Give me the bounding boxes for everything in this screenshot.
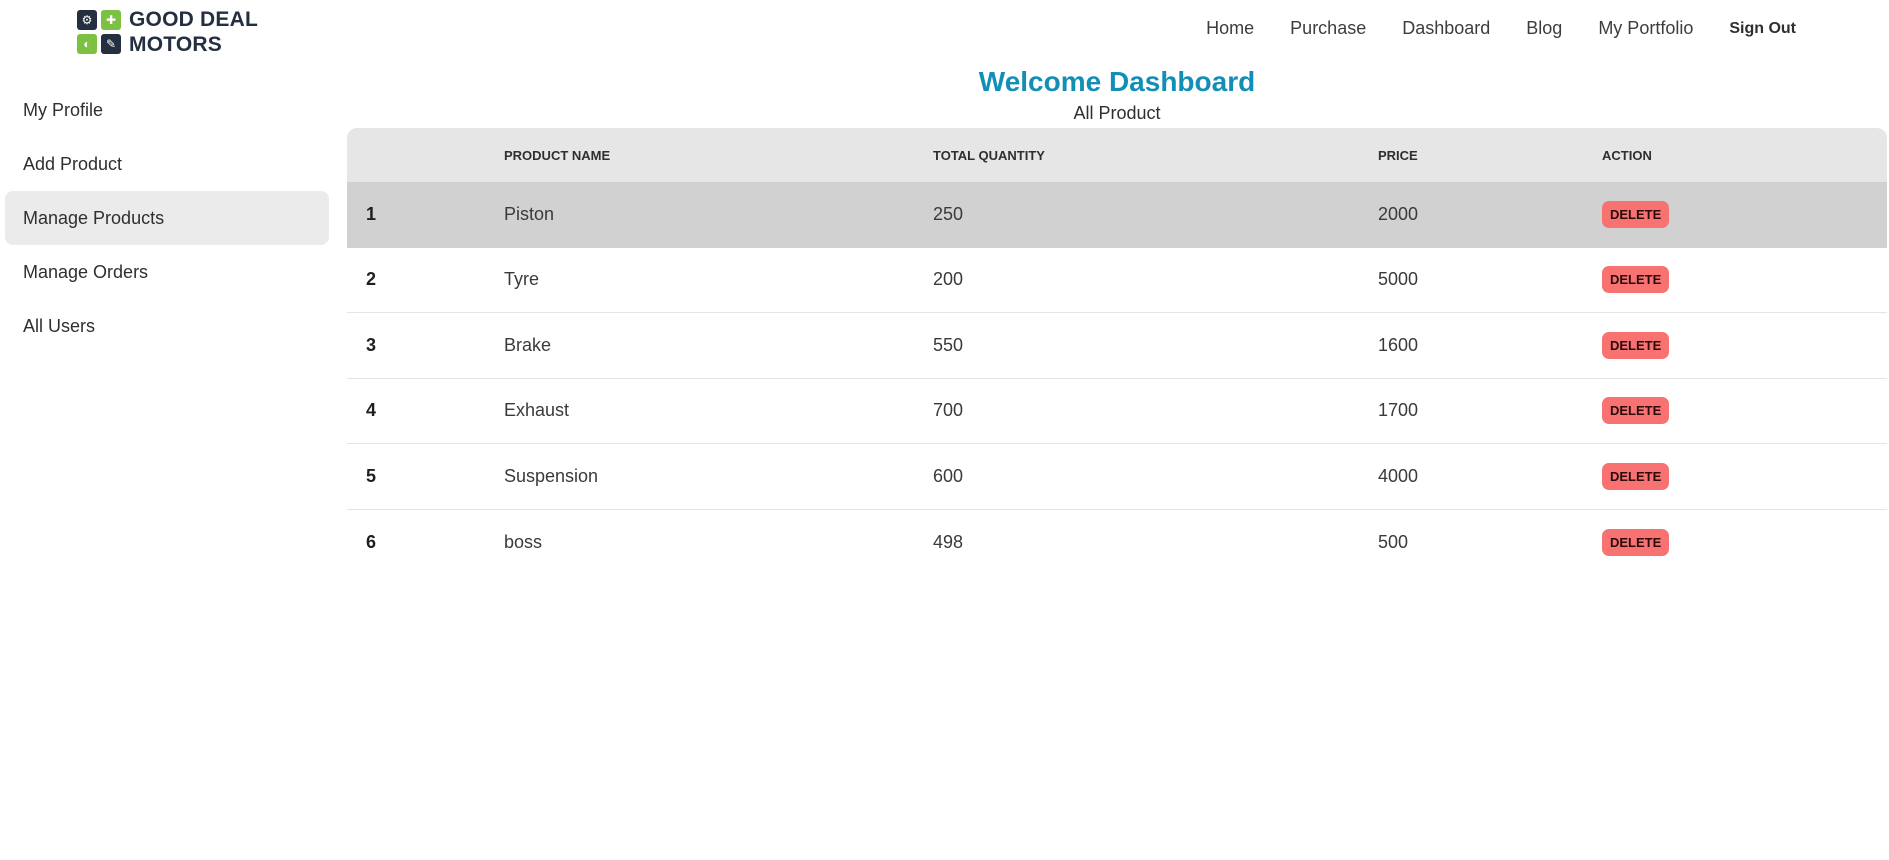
row-action: Delete bbox=[1602, 200, 1887, 228]
brand-name: GOOD DEAL MOTORS bbox=[129, 7, 258, 57]
row-product-name: Exhaust bbox=[504, 400, 570, 421]
brand-line-1: GOOD DEAL bbox=[129, 8, 258, 31]
row-quantity: 498 bbox=[933, 531, 964, 552]
brand-logo[interactable]: ⚙ ✚ ◐ ✎ GOOD DEAL MOTORS bbox=[77, 7, 258, 57]
logo-icon: ⚙ ✚ ◐ ✎ bbox=[77, 10, 121, 54]
row-product-name: boss bbox=[504, 531, 543, 552]
delete-button[interactable]: Delete bbox=[1602, 528, 1670, 556]
row-index: 1 bbox=[366, 203, 377, 224]
nav-link-dashboard[interactable]: Dashboard bbox=[1384, 18, 1508, 39]
table-row[interactable]: 2 Tyre 200 5000 Delete bbox=[347, 248, 1887, 313]
row-price: 2000 bbox=[1378, 203, 1419, 224]
sidebar-item-my-profile[interactable]: My Profile bbox=[5, 83, 329, 137]
row-index: 2 bbox=[366, 269, 377, 290]
row-index: 6 bbox=[366, 531, 377, 552]
logo-tile-car-icon: ⚙ bbox=[77, 10, 97, 30]
row-quantity: 250 bbox=[933, 203, 964, 224]
row-index: 5 bbox=[366, 465, 377, 486]
nav-link-blog[interactable]: Blog bbox=[1508, 18, 1580, 39]
sidebar-item-add-product[interactable]: Add Product bbox=[5, 137, 329, 191]
header-total-quantity: Total Quantity bbox=[933, 147, 1045, 163]
page-subtitle: All Product bbox=[1073, 103, 1161, 123]
delete-button[interactable]: Delete bbox=[1602, 266, 1670, 294]
sign-out-button[interactable]: Sign Out bbox=[1711, 20, 1796, 38]
table-row[interactable]: 5 Suspension 600 4000 Delete bbox=[347, 444, 1887, 510]
row-product-name: Piston bbox=[504, 203, 555, 224]
row-action: Delete bbox=[1602, 331, 1887, 359]
row-price: 5000 bbox=[1378, 269, 1419, 290]
logo-tile-wrench-icon: ✚ bbox=[101, 10, 121, 30]
sidebar: My Profile Add Product Manage Products M… bbox=[5, 83, 329, 353]
row-price: 1600 bbox=[1378, 334, 1419, 355]
header-product-name: Product Name bbox=[504, 147, 611, 163]
row-action: Delete bbox=[1602, 266, 1887, 294]
row-quantity: 200 bbox=[933, 269, 964, 290]
delete-button[interactable]: Delete bbox=[1602, 200, 1670, 228]
nav-links: Home Purchase Dashboard Blog My Portfoli… bbox=[1188, 18, 1796, 39]
sidebar-item-manage-orders[interactable]: Manage Orders bbox=[5, 245, 329, 299]
header-price: Price bbox=[1378, 147, 1418, 163]
row-quantity: 600 bbox=[933, 465, 964, 486]
table-row[interactable]: 4 Exhaust 700 1700 Delete bbox=[347, 379, 1887, 444]
row-quantity: 700 bbox=[933, 400, 964, 421]
logo-tile-tool-icon: ✎ bbox=[101, 34, 121, 54]
row-product-name: Tyre bbox=[504, 269, 540, 290]
row-action: Delete bbox=[1602, 397, 1887, 425]
top-navbar: ⚙ ✚ ◐ ✎ GOOD DEAL MOTORS Home Purchase D… bbox=[0, 0, 1889, 62]
row-product-name: Brake bbox=[504, 334, 552, 355]
delete-button[interactable]: Delete bbox=[1602, 331, 1670, 359]
page-title: Welcome Dashboard bbox=[978, 66, 1256, 97]
table-row[interactable]: 3 Brake 550 1600 Delete bbox=[347, 313, 1887, 379]
nav-link-purchase[interactable]: Purchase bbox=[1272, 18, 1384, 39]
brand-line-2: MOTORS bbox=[129, 33, 222, 56]
row-product-name: Suspension bbox=[504, 465, 599, 486]
nav-link-my-portfolio[interactable]: My Portfolio bbox=[1580, 18, 1711, 39]
row-index: 3 bbox=[366, 334, 377, 355]
row-price: 4000 bbox=[1378, 465, 1419, 486]
header-action: Action bbox=[1602, 147, 1652, 163]
sidebar-item-manage-products[interactable]: Manage Products bbox=[5, 191, 329, 245]
table-row[interactable]: 6 boss 498 500 Delete bbox=[347, 510, 1887, 576]
products-table: Product Name Total Quantity Price Action… bbox=[347, 128, 1887, 575]
row-price: 1700 bbox=[1378, 400, 1419, 421]
table-row[interactable]: 1 Piston 250 2000 Delete bbox=[347, 182, 1887, 248]
logo-tile-gear-icon: ◐ bbox=[77, 34, 97, 54]
row-action: Delete bbox=[1602, 462, 1887, 490]
sidebar-item-all-users[interactable]: All Users bbox=[5, 299, 329, 353]
nav-link-home[interactable]: Home bbox=[1188, 18, 1272, 39]
table-header: Product Name Total Quantity Price Action bbox=[347, 128, 1887, 182]
delete-button[interactable]: Delete bbox=[1602, 462, 1670, 490]
row-index: 4 bbox=[366, 400, 377, 421]
delete-button[interactable]: Delete bbox=[1602, 397, 1670, 425]
row-action: Delete bbox=[1602, 528, 1887, 556]
row-quantity: 550 bbox=[933, 334, 964, 355]
row-price: 500 bbox=[1378, 531, 1409, 552]
